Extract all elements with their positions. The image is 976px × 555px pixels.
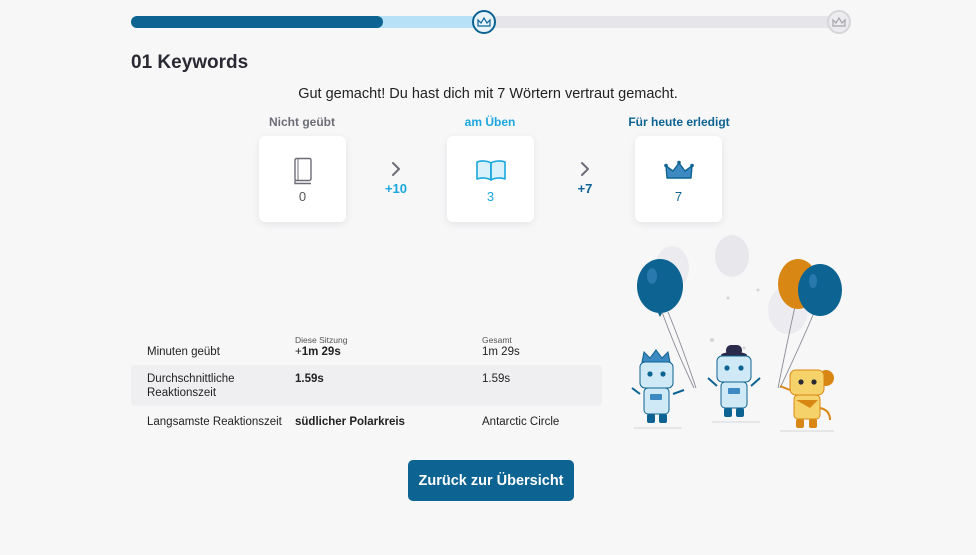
robot-yellow	[779, 369, 834, 432]
stats-total-value: 1.59s	[482, 373, 511, 385]
delta-to-practicing: +10	[384, 181, 408, 196]
chevron-right-icon	[392, 162, 400, 176]
celebration-robots-illustration	[631, 235, 842, 432]
robot-with-hat	[707, 345, 761, 423]
book-open-icon	[475, 156, 507, 186]
milestone-final-crown-icon	[827, 10, 851, 34]
stage-label-practicing: am Üben	[464, 115, 516, 129]
session-progress-bar	[131, 10, 851, 34]
stage-count-practicing: 3	[486, 189, 495, 204]
stage-card-practicing: 3	[447, 136, 534, 222]
stats-total-value: Antarctic Circle	[482, 416, 560, 428]
stats-session-value: 1.59s	[295, 373, 324, 385]
milestone-current-crown-icon	[472, 10, 496, 34]
chevron-right-icon	[581, 162, 589, 176]
stats-session-number: 1m 29s	[301, 346, 341, 358]
crown-icon	[663, 156, 694, 186]
stats-session-value: südlicher Polarkreis	[295, 416, 405, 428]
stage-count-done-today: 7	[674, 189, 683, 204]
stats-session-prefix: +	[295, 346, 302, 358]
robot-crowned	[631, 349, 685, 429]
summary-message: Gut gemacht! Du hast dich mit 7 Wörtern …	[298, 86, 678, 102]
page-title: 01 Keywords	[131, 52, 249, 73]
stats-row-slowest-reaction: Langsamste Reaktionszeit südlicher Polar…	[131, 406, 602, 436]
stats-session-value: +1m 29s	[295, 345, 341, 359]
back-to-overview-button[interactable]: Zurück zur Übersicht	[408, 460, 574, 501]
stage-label-not-practiced: Nicht geübt	[269, 115, 335, 129]
stage-card-not-practiced: 0	[259, 136, 346, 222]
stage-count-not-practiced: 0	[298, 189, 307, 204]
stats-row-minutes: Minuten geübt +1m 29s 1m 29s	[131, 343, 602, 365]
stats-label: Langsamste Reaktionszeit	[147, 416, 282, 428]
stats-label: Durchschnittliche Reaktionszeit	[147, 373, 235, 399]
book-closed-icon	[292, 156, 314, 186]
stats-total-value: 1m 29s	[482, 346, 520, 358]
progress-completed-fill	[131, 16, 383, 28]
stats-row-avg-reaction: Durchschnittliche Reaktionszeit 1.59s 1.…	[131, 365, 602, 406]
delta-to-done: +7	[577, 181, 593, 196]
stage-label-done-today: Für heute erledigt	[628, 115, 730, 129]
stats-label: Minuten geübt	[147, 346, 220, 358]
stage-card-done-today: 7	[635, 136, 722, 222]
